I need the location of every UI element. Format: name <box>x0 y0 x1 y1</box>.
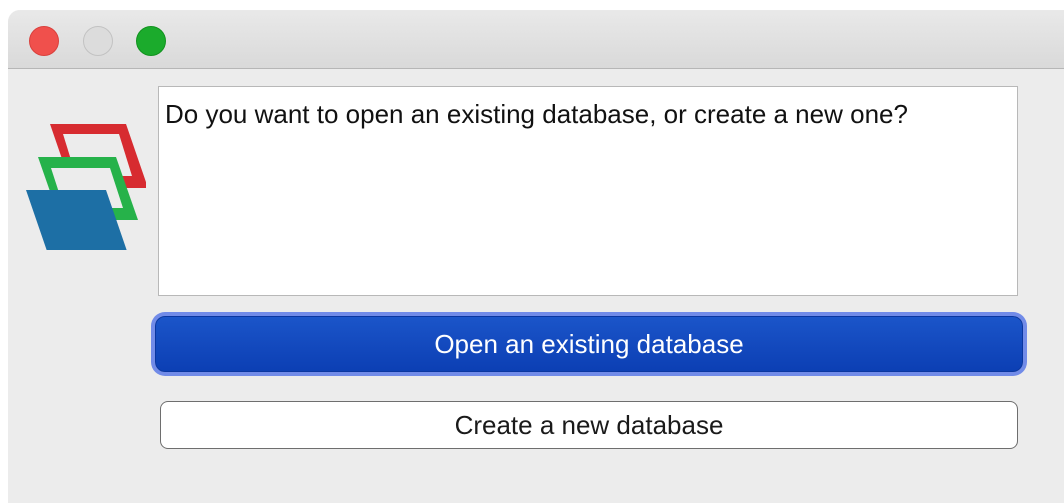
minimize-window-button[interactable] <box>83 26 113 56</box>
create-new-database-button[interactable]: Create a new database <box>160 401 1018 449</box>
title-bar <box>8 10 1064 69</box>
zoom-window-button[interactable] <box>136 26 166 56</box>
database-layers-icon <box>26 124 146 250</box>
close-window-button[interactable] <box>29 26 59 56</box>
message-text: Do you want to open an existing database… <box>158 86 1018 296</box>
open-existing-database-button[interactable]: Open an existing database <box>155 316 1023 372</box>
